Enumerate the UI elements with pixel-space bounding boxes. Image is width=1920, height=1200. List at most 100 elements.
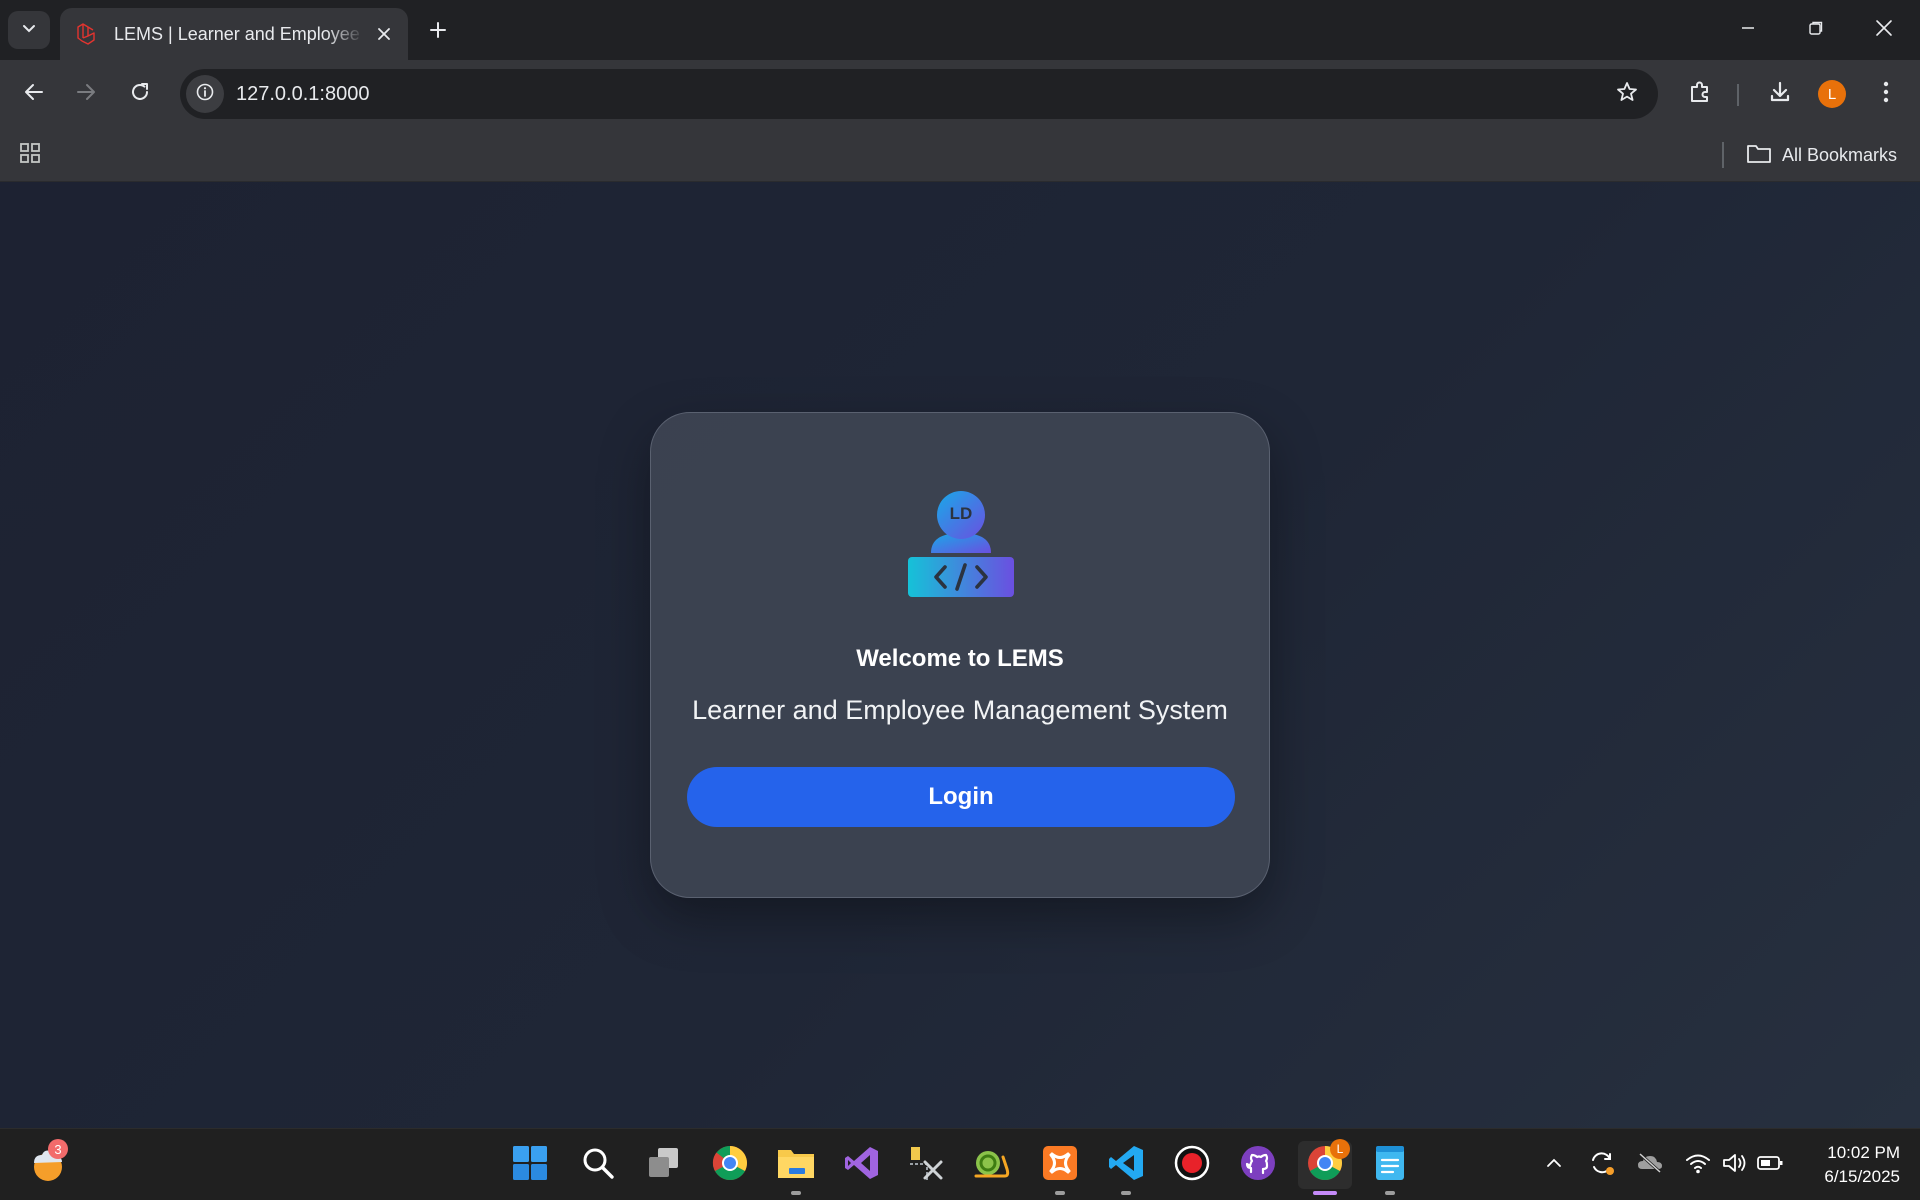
bookmarks-bar: All Bookmarks: [0, 128, 1920, 182]
running-indicator: [1121, 1191, 1131, 1195]
tools-icon: [907, 1144, 945, 1187]
close-window-button[interactable]: [1856, 8, 1912, 52]
puzzle-icon: [1687, 79, 1713, 110]
reload-icon: [129, 81, 151, 108]
lems-logo: LD: [907, 491, 1015, 601]
star-icon: [1615, 80, 1639, 109]
laravel-favicon-icon: [74, 21, 100, 47]
taskbar-github-desktop[interactable]: [1234, 1141, 1282, 1189]
restore-button[interactable]: [1788, 8, 1844, 52]
active-indicator: [1313, 1191, 1337, 1195]
taskbar-file-explorer[interactable]: [772, 1141, 820, 1195]
taskbar: 3 L 10:02 PM 6/15/2025: [0, 1128, 1920, 1200]
apps-button[interactable]: [16, 141, 44, 169]
restore-icon: [1808, 20, 1824, 41]
arrow-right-icon: [75, 81, 97, 108]
running-indicator: [791, 1191, 801, 1195]
taskbar-vscode[interactable]: [1102, 1141, 1150, 1195]
reload-button[interactable]: [118, 72, 162, 116]
clock-date: 6/15/2025: [1824, 1167, 1900, 1186]
running-indicator: [1055, 1191, 1065, 1195]
speaker-icon: [1721, 1151, 1747, 1180]
welcome-heading: Welcome to LEMS: [856, 645, 1064, 672]
snail-icon: [973, 1145, 1011, 1186]
welcome-card: LD Welcome to LEMS Learner and Employee …: [650, 412, 1270, 898]
address-bar[interactable]: 127.0.0.1:8000: [180, 69, 1658, 119]
site-info-button[interactable]: [186, 75, 224, 113]
search-icon: [581, 1146, 615, 1185]
system-subtitle: Learner and Employee Management System: [692, 695, 1228, 725]
extensions-button[interactable]: [1678, 72, 1722, 116]
tab-strip: LEMS | Learner and Employee Management S…: [0, 0, 1920, 60]
battery-icon: [1756, 1154, 1784, 1177]
chrome-profile-badge: L: [1330, 1139, 1350, 1159]
tab-active[interactable]: LEMS | Learner and Employee Management S…: [60, 8, 408, 60]
minimize-button[interactable]: [1720, 8, 1776, 52]
page-viewport: LD Welcome to LEMS Learner and Employee …: [0, 182, 1920, 1128]
minimize-icon: [1740, 20, 1756, 41]
profile-avatar[interactable]: L: [1818, 80, 1846, 108]
record-icon: [1174, 1145, 1210, 1186]
login-button[interactable]: Login: [687, 767, 1235, 827]
vscode-icon: [1108, 1145, 1144, 1186]
task-view-icon: [646, 1146, 682, 1185]
weather-icon: [26, 1150, 70, 1189]
system-clock[interactable]: 10:02 PM 6/15/2025: [1800, 1141, 1900, 1189]
battery-button[interactable]: [1756, 1151, 1784, 1179]
taskbar-snipping-tool[interactable]: [902, 1141, 950, 1189]
arrow-left-icon: [23, 81, 45, 108]
url-text: 127.0.0.1:8000: [236, 83, 370, 105]
forward-button[interactable]: [64, 72, 108, 116]
back-button[interactable]: [12, 72, 56, 116]
chrome-icon: [712, 1145, 748, 1186]
start-button[interactable]: [506, 1141, 554, 1189]
apps-grid-icon: [18, 141, 42, 170]
bookmark-star-button[interactable]: [1610, 77, 1644, 111]
browser-menu-button[interactable]: [1864, 72, 1908, 116]
toolbar-divider: [1737, 84, 1739, 106]
folder-icon: [1746, 142, 1772, 169]
taskbar-snail-app[interactable]: [968, 1141, 1016, 1189]
kebab-menu-icon: [1882, 80, 1890, 109]
downloads-button[interactable]: [1758, 72, 1802, 116]
windows-logo-icon: [512, 1145, 548, 1186]
cloud-off-icon: [1636, 1151, 1664, 1180]
taskbar-notepad[interactable]: [1366, 1141, 1414, 1195]
new-tab-button[interactable]: [420, 14, 456, 50]
download-icon: [1767, 79, 1793, 110]
folder-icon: [777, 1146, 815, 1185]
all-bookmarks-label: All Bookmarks: [1782, 144, 1898, 165]
taskbar-screen-recorder[interactable]: [1168, 1141, 1216, 1189]
running-indicator: [1385, 1191, 1395, 1195]
taskbar-chrome-active[interactable]: L: [1298, 1139, 1352, 1195]
taskbar-visual-studio[interactable]: [838, 1141, 886, 1189]
chevron-down-icon: [21, 20, 37, 41]
github-icon: [1240, 1145, 1276, 1186]
plus-icon: [429, 21, 447, 44]
wifi-button[interactable]: [1684, 1151, 1712, 1179]
close-tab-icon[interactable]: [372, 22, 396, 46]
task-view-button[interactable]: [640, 1141, 688, 1189]
taskbar-search-button[interactable]: [574, 1141, 622, 1189]
close-icon: [1875, 19, 1893, 42]
browser-toolbar: 127.0.0.1:8000 L: [0, 60, 1920, 128]
logo-initials: LD: [949, 504, 973, 523]
info-icon: [195, 82, 215, 107]
notepad-icon: [1373, 1144, 1407, 1187]
tab-title: LEMS | Learner and Employee Management S…: [114, 23, 364, 44]
bookmarks-divider: [1722, 142, 1724, 168]
all-bookmarks-button[interactable]: All Bookmarks: [1746, 140, 1897, 170]
weather-badge: 3: [48, 1139, 68, 1159]
tab-search-button[interactable]: [8, 11, 50, 49]
sync-status-button[interactable]: [1588, 1151, 1616, 1179]
chevron-up-icon: [1545, 1154, 1563, 1177]
visual-studio-icon: [844, 1145, 880, 1186]
onedrive-button[interactable]: [1636, 1151, 1664, 1179]
taskbar-xampp[interactable]: [1036, 1141, 1084, 1195]
volume-button[interactable]: [1720, 1151, 1748, 1179]
wifi-icon: [1685, 1152, 1711, 1179]
taskbar-chrome[interactable]: [706, 1141, 754, 1189]
show-hidden-icons-button[interactable]: [1540, 1151, 1568, 1179]
xampp-icon: [1042, 1145, 1078, 1186]
clock-time: 10:02 PM: [1827, 1143, 1900, 1162]
